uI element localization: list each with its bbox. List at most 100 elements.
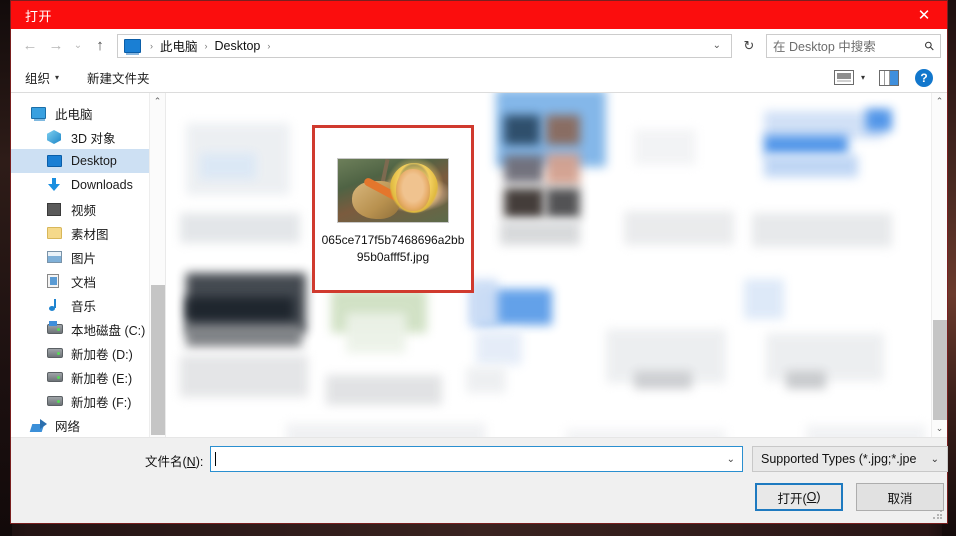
title-bar: 打开 ✕ bbox=[11, 1, 947, 29]
folder-icon-glyph bbox=[47, 227, 62, 239]
drive-icon-glyph bbox=[47, 372, 63, 382]
sidebar-item-label: 视频 bbox=[71, 203, 97, 218]
thumbnail-placeholder bbox=[744, 279, 784, 319]
file-item-selected[interactable]: 065ce717f5b7468696a2bb95b0afff5f.jpg bbox=[312, 125, 474, 293]
file-name-label: 065ce717f5b7468696a2bb95b0afff5f.jpg bbox=[321, 233, 465, 264]
thumbnail-placeholder bbox=[866, 109, 892, 131]
content-scroll-track[interactable] bbox=[932, 110, 948, 420]
file-type-filter-value: Supported Types (*.jpg;*.jpe bbox=[761, 452, 917, 466]
sidebar-item-新加卷f[interactable]: 新加卷 (F:) bbox=[11, 389, 165, 413]
computer-icon bbox=[31, 107, 49, 121]
cancel-label: 取消 bbox=[887, 491, 913, 506]
sidebar-item-label: 新加卷 (F:) bbox=[71, 395, 132, 410]
sidebar-item-视频[interactable]: 视频 bbox=[11, 197, 165, 221]
dialog-footer: 文件名(N): ⌄ Supported Types (*.jpg;*.jpe ⌄… bbox=[11, 437, 948, 523]
filename-input[interactable]: ⌄ bbox=[210, 446, 743, 472]
chevron-down-icon[interactable]: ▾ bbox=[861, 73, 865, 82]
sidebar-scroll-track[interactable] bbox=[150, 110, 166, 435]
thumbnail-placeholder bbox=[764, 155, 858, 177]
system-drive-icon-glyph bbox=[47, 321, 63, 334]
thumbnail-placeholder bbox=[624, 211, 734, 245]
pictures-icon-glyph bbox=[47, 251, 62, 263]
network-icon bbox=[31, 418, 49, 432]
thumbnail-placeholder bbox=[546, 115, 580, 145]
breadcrumb-separator: › bbox=[267, 40, 271, 51]
forward-icon[interactable]: → bbox=[43, 33, 69, 59]
sidebar-item-文档[interactable]: 文档 bbox=[11, 269, 165, 293]
search-input[interactable]: 在 Desktop 中搜索 ⚲ bbox=[766, 33, 941, 58]
thumbnail-placeholder bbox=[752, 213, 892, 247]
help-icon[interactable]: ? bbox=[915, 68, 933, 87]
thumbnail-placeholder bbox=[786, 371, 826, 389]
sidebar-item-新加卷d[interactable]: 新加卷 (D:) bbox=[11, 341, 165, 365]
content-scroll-thumb[interactable] bbox=[932, 320, 947, 420]
network-icon-glyph bbox=[31, 418, 47, 432]
sidebar-scroll-up-icon[interactable]: ⌃ bbox=[150, 93, 166, 110]
organize-button[interactable]: 组织 ▾ bbox=[25, 68, 59, 87]
breadcrumb-this-pc[interactable]: 此电脑 bbox=[157, 36, 201, 55]
breadcrumb-desktop[interactable]: Desktop bbox=[212, 39, 264, 53]
videos-icon-glyph bbox=[47, 202, 61, 216]
sidebar-item-新加卷e[interactable]: 新加卷 (E:) bbox=[11, 365, 165, 389]
content-scroll-up-icon[interactable]: ⌃ bbox=[932, 93, 948, 110]
address-bar[interactable]: › 此电脑 › Desktop › ⌄ bbox=[117, 33, 732, 58]
sidebar-scroll-thumb[interactable] bbox=[150, 285, 165, 435]
sidebar-item-label: 新加卷 (E:) bbox=[71, 371, 133, 386]
recent-locations-icon[interactable]: ⌄ bbox=[69, 33, 87, 59]
thumbnail-placeholder bbox=[476, 331, 522, 365]
thumbnail-placeholder bbox=[286, 423, 486, 437]
view-icon[interactable] bbox=[833, 70, 854, 85]
open-accesskey: O bbox=[806, 490, 817, 504]
up-icon[interactable]: ↑ bbox=[87, 33, 113, 59]
music-icon-glyph bbox=[47, 298, 61, 312]
thumbnail-placeholder bbox=[566, 429, 726, 437]
drive-icon-glyph bbox=[47, 396, 63, 406]
dialog-body: 此电脑 3D 对象 Desktop Downloads 视频素材图 图片 文档 音乐 本地磁盘 … bbox=[11, 93, 947, 437]
sidebar-item-此电脑[interactable]: 此电脑 bbox=[11, 101, 165, 125]
sidebar-scrollbar[interactable]: ⌃ ⌄ bbox=[149, 93, 165, 437]
refresh-icon[interactable]: ↻ bbox=[738, 34, 760, 58]
cancel-button[interactable]: 取消 bbox=[856, 483, 944, 511]
file-type-filter-select[interactable]: Supported Types (*.jpg;*.jpe ⌄ bbox=[752, 446, 948, 472]
preview-pane-icon[interactable] bbox=[879, 69, 899, 86]
sidebar-item-本地磁盘c[interactable]: 本地磁盘 (C:) bbox=[11, 317, 165, 341]
this-pc-icon bbox=[124, 38, 141, 55]
content-scroll-down-icon[interactable]: ⌄ bbox=[932, 420, 948, 437]
sidebar-item-音乐[interactable]: 音乐 bbox=[11, 293, 165, 317]
thumbnail-placeholder bbox=[504, 188, 544, 218]
thumbnail-placeholder bbox=[504, 115, 540, 145]
new-folder-button[interactable]: 新建文件夹 bbox=[87, 68, 150, 87]
videos-icon bbox=[47, 202, 65, 216]
back-icon[interactable]: ← bbox=[17, 33, 43, 59]
drive-icon bbox=[47, 396, 65, 406]
text-caret bbox=[215, 452, 216, 466]
open-button[interactable]: 打开(O) bbox=[755, 483, 843, 511]
search-placeholder: 在 Desktop 中搜索 bbox=[773, 40, 876, 54]
address-dropdown-icon[interactable]: ⌄ bbox=[707, 40, 727, 51]
sidebar-item-网络[interactable]: 网络 bbox=[11, 413, 165, 437]
blurred-thumbnails bbox=[166, 93, 947, 437]
sidebar-item-downloads[interactable]: Downloads bbox=[11, 173, 165, 197]
sidebar-item-素材图[interactable]: 素材图 bbox=[11, 221, 165, 245]
file-list-area[interactable]: 065ce717f5b7468696a2bb95b0afff5f.jpg ⌃ ⌄ bbox=[166, 93, 947, 437]
close-icon[interactable]: ✕ bbox=[901, 1, 947, 29]
resize-grip[interactable] bbox=[932, 509, 943, 520]
sidebar-item-desktop[interactable]: Desktop bbox=[11, 149, 165, 173]
desktop-icon-glyph bbox=[47, 155, 62, 167]
music-icon bbox=[47, 298, 65, 312]
content-scrollbar[interactable]: ⌃ ⌄ bbox=[931, 93, 947, 437]
thumbnail-placeholder bbox=[546, 188, 580, 218]
3d-objects-icon-glyph bbox=[47, 130, 61, 144]
computer-icon-glyph bbox=[31, 107, 46, 121]
pictures-icon bbox=[47, 251, 65, 263]
sidebar-item-图片[interactable]: 图片 bbox=[11, 245, 165, 269]
thumbnail-detail bbox=[396, 169, 430, 211]
open-label-prefix: 打开( bbox=[777, 491, 807, 506]
sidebar-item-3d对象[interactable]: 3D 对象 bbox=[11, 125, 165, 149]
system-drive-icon bbox=[47, 321, 65, 334]
sidebar-item-label: 新加卷 (D:) bbox=[71, 347, 133, 362]
sidebar-item-label: Desktop bbox=[71, 154, 117, 168]
thumbnail-placeholder bbox=[764, 135, 848, 155]
breadcrumb-separator: › bbox=[150, 40, 153, 51]
filename-dropdown-icon[interactable]: ⌄ bbox=[727, 454, 742, 465]
